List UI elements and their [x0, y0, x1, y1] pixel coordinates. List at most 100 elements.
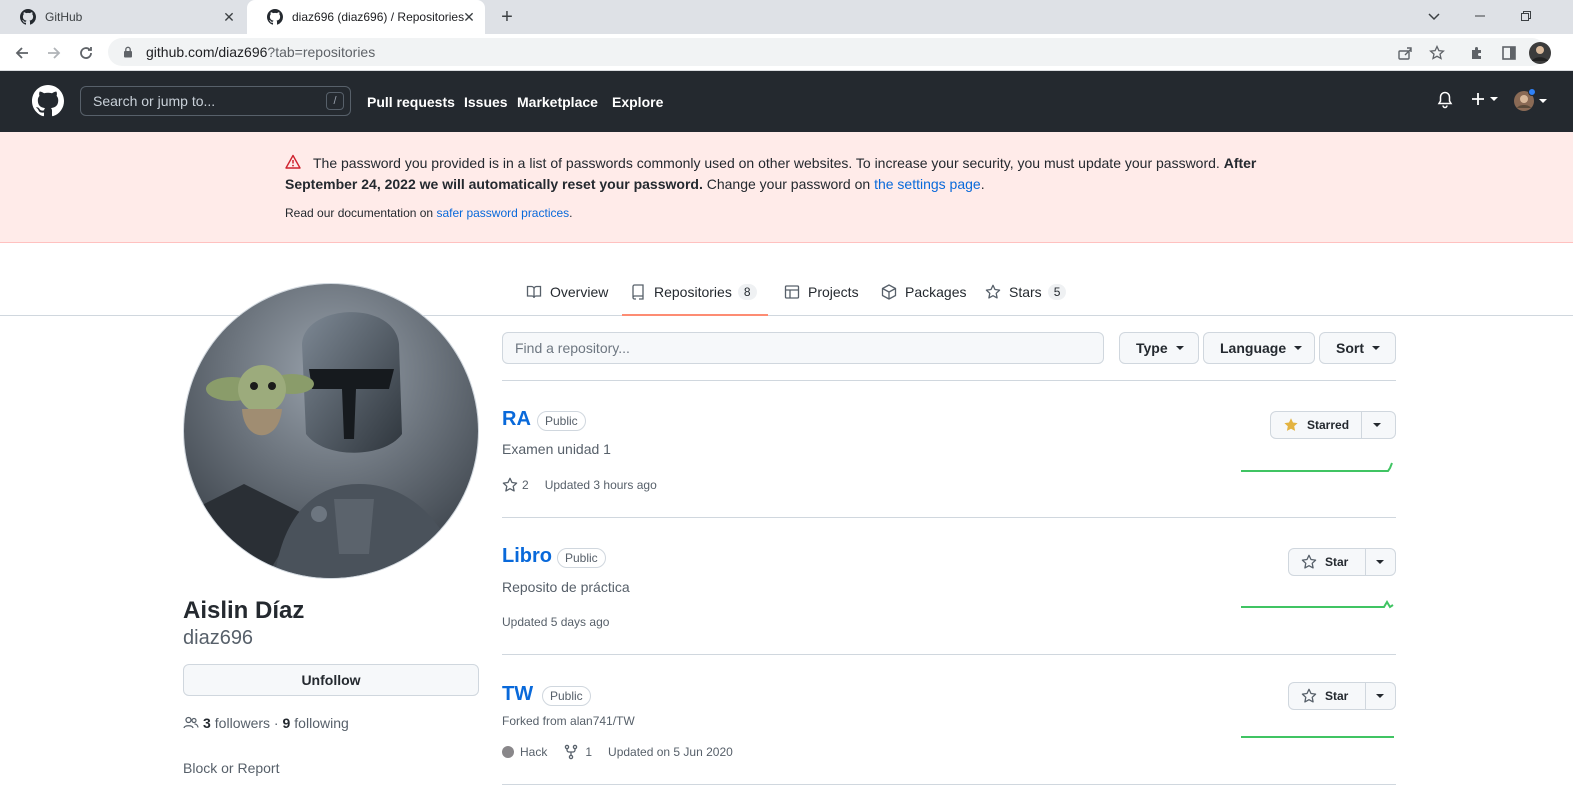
- tab-repositories[interactable]: Repositories 8: [622, 269, 768, 316]
- repo-stars-link[interactable]: 2: [502, 477, 529, 493]
- notifications-bell-icon[interactable]: [1437, 91, 1453, 109]
- star-button[interactable]: Star: [1288, 682, 1396, 710]
- user-menu-dropdown[interactable]: [1514, 88, 1547, 111]
- star-button[interactable]: Star: [1288, 548, 1396, 576]
- lock-icon: [122, 46, 134, 58]
- following-link[interactable]: 9 following: [283, 715, 349, 731]
- url-host: github.com/diaz696: [146, 44, 268, 60]
- visibility-badge: Public: [557, 548, 606, 568]
- followers-link[interactable]: 3 followers: [203, 715, 270, 731]
- back-arrow-icon[interactable]: [10, 41, 34, 65]
- close-tab-icon[interactable]: ✕: [221, 9, 237, 25]
- followers-label: followers: [214, 715, 271, 731]
- repo-name-link[interactable]: TW: [502, 683, 533, 706]
- tab-overview[interactable]: Overview: [518, 269, 616, 315]
- nav-explore[interactable]: Explore: [612, 94, 663, 110]
- fork-icon: [565, 744, 578, 760]
- star-button-label: Star: [1325, 689, 1349, 703]
- address-bar[interactable]: github.com/diaz696 ?tab=repositories: [108, 38, 1546, 66]
- forward-arrow-icon[interactable]: [42, 41, 66, 65]
- new-tab-icon[interactable]: +: [497, 7, 517, 27]
- share-icon[interactable]: [1393, 41, 1417, 65]
- tab-projects[interactable]: Projects: [776, 269, 867, 315]
- browser-toolbar: github.com/diaz696 ?tab=repositories: [0, 34, 1573, 71]
- profile-tabs: Overview Repositories 8 Projects Package…: [0, 269, 1573, 316]
- flash-doc-line: Read our documentation on safer password…: [285, 206, 573, 220]
- nav-pull-requests[interactable]: Pull requests: [367, 94, 455, 110]
- reload-icon[interactable]: [74, 41, 98, 65]
- minimize-icon[interactable]: [1468, 4, 1492, 28]
- avatar-image: [184, 284, 478, 578]
- browser-tab-repositories[interactable]: diaz696 (diaz696) / Repositories ✕: [247, 0, 485, 34]
- repo-description: Reposito de práctica: [502, 579, 630, 595]
- sort-filter-button[interactable]: Sort: [1319, 332, 1396, 364]
- chevron-down-icon: [1294, 346, 1303, 350]
- stars-count-badge: 5: [1047, 284, 1067, 300]
- global-search-input[interactable]: Search or jump to... /: [80, 86, 351, 116]
- visibility-badge: Public: [537, 411, 586, 431]
- flash-doc-period: .: [569, 206, 573, 220]
- tab-search-chevron-icon[interactable]: [1422, 4, 1446, 28]
- bookmark-star-icon[interactable]: [1425, 41, 1449, 65]
- following-count: 9: [282, 715, 291, 731]
- type-filter-button[interactable]: Type: [1119, 332, 1199, 364]
- chevron-down-icon: [1376, 694, 1385, 698]
- repo-updated: Updated 3 hours ago: [544, 478, 657, 492]
- chevron-down-icon: [1175, 346, 1184, 350]
- tab-label: Overview: [550, 284, 609, 300]
- safer-password-link[interactable]: safer password practices: [436, 206, 569, 220]
- find-repository-input[interactable]: Find a repository...: [502, 332, 1104, 364]
- chevron-down-icon: [1490, 97, 1498, 101]
- extensions-puzzle-icon[interactable]: [1465, 41, 1489, 65]
- repo-name-link[interactable]: Libro: [502, 545, 552, 568]
- repo-meta: Hack 1 Updated on 5 Jun 2020: [502, 744, 749, 760]
- tab-label: Projects: [808, 284, 859, 300]
- tab-label: Repositories: [654, 284, 732, 300]
- tab-packages[interactable]: Packages: [873, 269, 974, 315]
- flash-period: .: [980, 176, 985, 192]
- activity-sparkline: [1241, 600, 1394, 609]
- forked-from-link[interactable]: Forked from alan741/TW: [502, 714, 635, 728]
- repo-updated: Updated 5 days ago: [502, 615, 610, 629]
- side-panel-icon[interactable]: [1497, 41, 1521, 65]
- table-icon: [784, 284, 800, 300]
- unfollow-button[interactable]: Unfollow: [183, 664, 479, 696]
- starred-button-main[interactable]: Starred: [1271, 412, 1363, 438]
- repo-name-link[interactable]: RA: [502, 408, 531, 431]
- star-button-main[interactable]: Star: [1289, 683, 1366, 709]
- nav-marketplace[interactable]: Marketplace: [517, 94, 598, 110]
- star-button-main[interactable]: Star: [1289, 549, 1366, 575]
- language-filter-label: Language: [1220, 340, 1287, 356]
- following-label: following: [294, 715, 349, 731]
- browser-profile-avatar[interactable]: [1528, 41, 1552, 65]
- close-tab-icon[interactable]: ✕: [461, 9, 477, 25]
- people-icon: [183, 716, 199, 729]
- nav-issues[interactable]: Issues: [464, 94, 508, 110]
- chevron-down-icon: [1372, 346, 1380, 350]
- search-shortcut-key: /: [326, 92, 344, 110]
- star-icon: [502, 477, 518, 492]
- create-new-dropdown[interactable]: [1470, 91, 1498, 107]
- plus-icon: [1472, 93, 1484, 105]
- starred-button[interactable]: Starred: [1270, 411, 1396, 439]
- repo-forks-link[interactable]: 1: [563, 744, 592, 760]
- star-list-dropdown[interactable]: [1366, 549, 1395, 575]
- tab-stars[interactable]: Stars 5: [977, 269, 1074, 315]
- followers-count: 3: [203, 715, 211, 731]
- restore-icon[interactable]: [1514, 4, 1538, 28]
- chevron-down-icon: [1376, 560, 1385, 564]
- star-list-dropdown[interactable]: [1362, 412, 1392, 438]
- star-list-dropdown[interactable]: [1366, 683, 1395, 709]
- repo-language-label: Hack: [520, 745, 548, 759]
- settings-page-link[interactable]: the settings page: [874, 176, 981, 192]
- browser-tab-title: GitHub: [45, 10, 83, 24]
- browser-tab-github[interactable]: GitHub ✕: [0, 0, 245, 34]
- repo-icon: [630, 284, 646, 300]
- block-or-report-link[interactable]: Block or Report: [183, 760, 279, 776]
- sort-filter-label: Sort: [1336, 340, 1364, 356]
- github-logo-icon[interactable]: [32, 85, 64, 117]
- activity-sparkline: [1241, 736, 1394, 738]
- repo-forks-count: 1: [585, 745, 593, 759]
- language-filter-button[interactable]: Language: [1203, 332, 1315, 364]
- profile-avatar[interactable]: [183, 283, 479, 579]
